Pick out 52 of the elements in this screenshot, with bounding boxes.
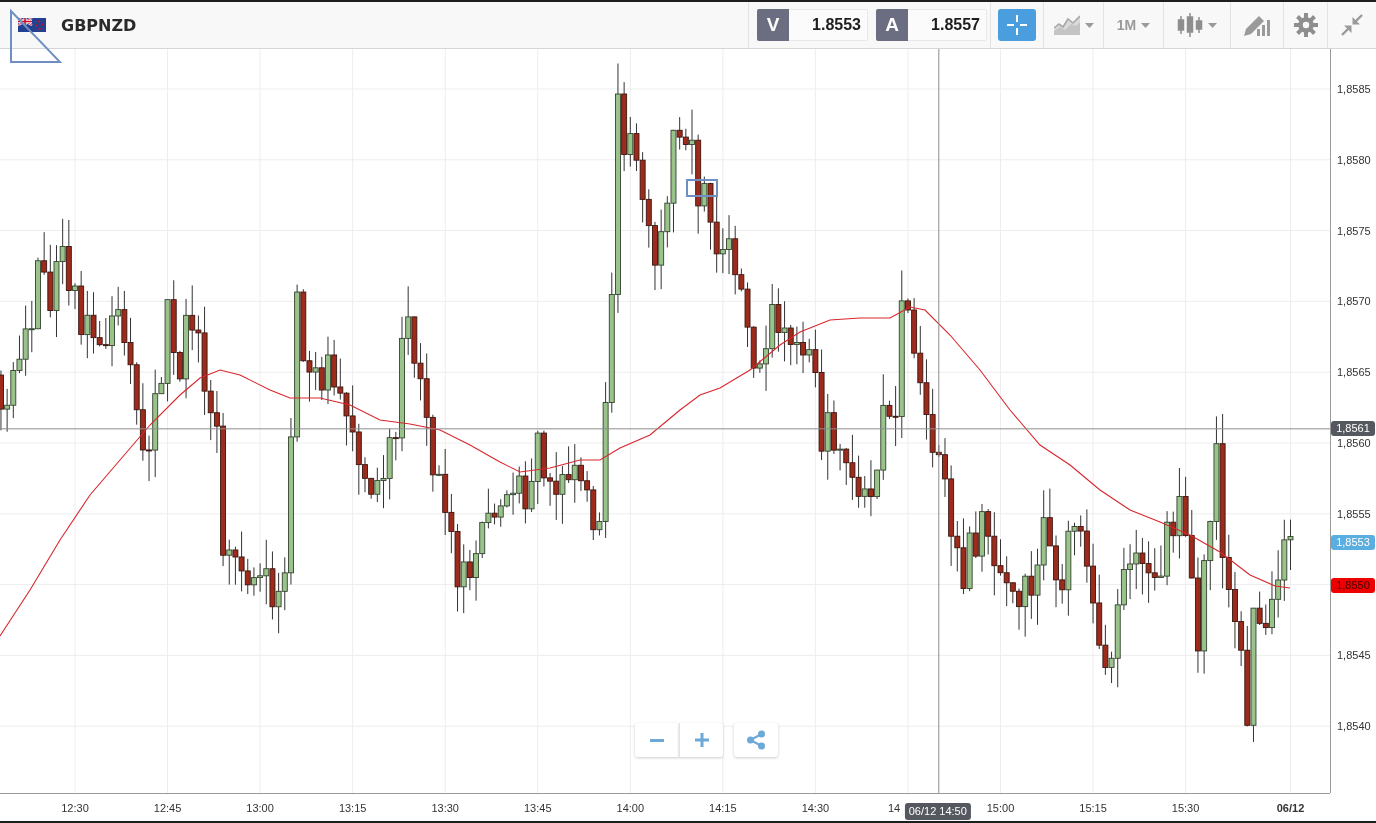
- collapse-icon: [1340, 13, 1364, 37]
- caret-icon: [1208, 22, 1217, 28]
- quote-price: 1.8557: [908, 9, 987, 41]
- caret-icon: [1141, 22, 1151, 28]
- symbol-title: GBPNZD: [61, 15, 137, 35]
- gear-icon: [1293, 13, 1318, 37]
- share-button[interactable]: [734, 723, 778, 757]
- time-axis-label: 12:30: [61, 802, 89, 814]
- share-icon: [746, 730, 766, 750]
- time-axis-label: 13:30: [431, 802, 459, 814]
- time-axis-label: 14: [887, 802, 901, 814]
- time-axis-label: 13:15: [338, 802, 367, 814]
- rectangle-annotation: [686, 179, 718, 197]
- price-axis-label: 1,8560: [1337, 437, 1371, 449]
- quote-side-label: A: [876, 9, 908, 41]
- time-axis-label: 13:00: [246, 802, 274, 814]
- pencil-chart-icon: [1244, 14, 1270, 36]
- zoom-in-button[interactable]: [679, 723, 723, 757]
- quote-side-label: V: [757, 9, 789, 41]
- price-axis-label: 1,8570: [1337, 295, 1371, 308]
- plus-icon: [694, 733, 709, 747]
- indicator-price-label: 1,8550: [1331, 577, 1375, 593]
- caret-icon: [1084, 22, 1094, 28]
- time-axis-label: 15:00: [986, 802, 1015, 814]
- price-axis-label: 1,8555: [1337, 507, 1371, 520]
- price-axis-label: 1,8565: [1337, 366, 1371, 379]
- crosshair-button[interactable]: [998, 9, 1036, 41]
- crosshair-icon: [1007, 15, 1027, 35]
- time-axis-label: 15:15: [1079, 802, 1107, 814]
- crosshair-price-label: 1,8561: [1331, 421, 1375, 437]
- price-axis-label: 1,8580: [1337, 153, 1371, 166]
- date-axis-label: 06/12: [1276, 802, 1305, 814]
- time-axis-label: 15:30: [1171, 802, 1200, 814]
- price-axis-label: 1,8540: [1337, 720, 1371, 733]
- time-axis-label: 14:15: [709, 802, 737, 814]
- time-axis-label: 14:30: [801, 802, 830, 814]
- flag-icon: [18, 18, 46, 32]
- price-axis-label: 1,8545: [1337, 649, 1371, 662]
- area-chart-icon: [1053, 15, 1080, 35]
- zoom-out-button[interactable]: [635, 723, 679, 757]
- crosshair-time-label: 06/12 14:50: [904, 803, 971, 820]
- candlestick-icon: [1177, 13, 1203, 37]
- last-price-label: 1,8553: [1331, 534, 1375, 550]
- triangle-annotation: [9, 9, 62, 64]
- quote-price: 1.8553: [789, 9, 868, 41]
- price-axis-label: 1,8575: [1337, 224, 1371, 237]
- time-axis-label: 14:00: [616, 802, 645, 814]
- timeframe-button[interactable]: 1M: [1111, 9, 1156, 41]
- time-axis-label: 13:45: [524, 802, 552, 814]
- time-axis-label: 12:45: [153, 802, 182, 814]
- price-axis-label: 1,8585: [1337, 83, 1371, 95]
- minus-icon: [650, 738, 664, 742]
